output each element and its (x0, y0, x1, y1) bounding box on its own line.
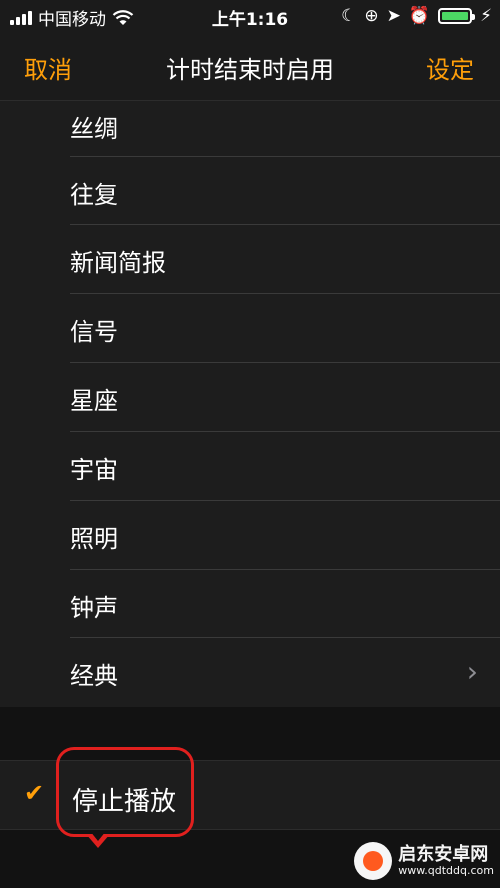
battery-fill (442, 12, 469, 20)
list-item-label: 星座 (70, 387, 118, 415)
nav-bar: 取消 计时结束时启用 设定 (0, 34, 500, 101)
list-item-label: 信号 (70, 318, 118, 346)
list-item-cosmos[interactable]: 宇宙 (70, 432, 500, 501)
list-item-constellation[interactable]: 星座 (70, 363, 500, 432)
highlight-annotation-tail (86, 831, 110, 848)
location-icon: ➤ (386, 6, 401, 26)
watermark: 启东安卓网 www.qdtddq.com (354, 842, 494, 880)
list-item-label: 宇宙 (70, 456, 118, 484)
list-item-label: 经典 (70, 662, 118, 690)
status-right: ☾ ⊕ ➤ ⏰ ⚡ (341, 6, 492, 26)
moon-icon: ☾ (341, 6, 357, 26)
list-item-illumination[interactable]: 照明 (70, 501, 500, 570)
list-item-signal[interactable]: 信号 (70, 294, 500, 363)
charging-icon: ⚡ (480, 6, 492, 26)
list-item-label: 照明 (70, 525, 118, 553)
list-item-classic[interactable]: 经典 › (70, 638, 500, 707)
alarm-icon: ⏰ (408, 6, 431, 26)
page-title: 计时结束时启用 (166, 56, 334, 84)
list-item-label: 钟声 (70, 594, 118, 622)
list-item-bells[interactable]: 钟声 (70, 570, 500, 638)
list-item-reciprocating[interactable]: 往复 (70, 157, 500, 225)
sound-list: 丝绸 往复 新闻简报 信号 星座 宇宙 照明 钟声 经典 › (0, 101, 500, 707)
watermark-logo-icon (354, 842, 393, 880)
list-item-label: 新闻简报 (70, 249, 166, 277)
chevron-right-icon: › (466, 655, 478, 688)
battery-icon (438, 8, 476, 24)
rotation-lock-icon: ⊕ (364, 6, 379, 26)
list-item-label: 丝绸 (70, 115, 118, 143)
watermark-text: 启东安卓网 www.qdtddq.com (398, 845, 494, 877)
checkmark-icon: ✔ (24, 779, 45, 807)
status-bar: 中国移动 上午1:16 ☾ ⊕ ➤ ⏰ ⚡ (0, 0, 500, 34)
watermark-url: www.qdtddq.com (398, 863, 494, 877)
list-item-silk[interactable]: 丝绸 (70, 101, 500, 157)
list-item-news[interactable]: 新闻简报 (70, 225, 500, 294)
list-item-label: 往复 (70, 181, 118, 209)
highlight-annotation (56, 747, 194, 837)
set-button[interactable]: 设定 (426, 50, 474, 85)
watermark-name: 启东安卓网 (398, 844, 489, 866)
